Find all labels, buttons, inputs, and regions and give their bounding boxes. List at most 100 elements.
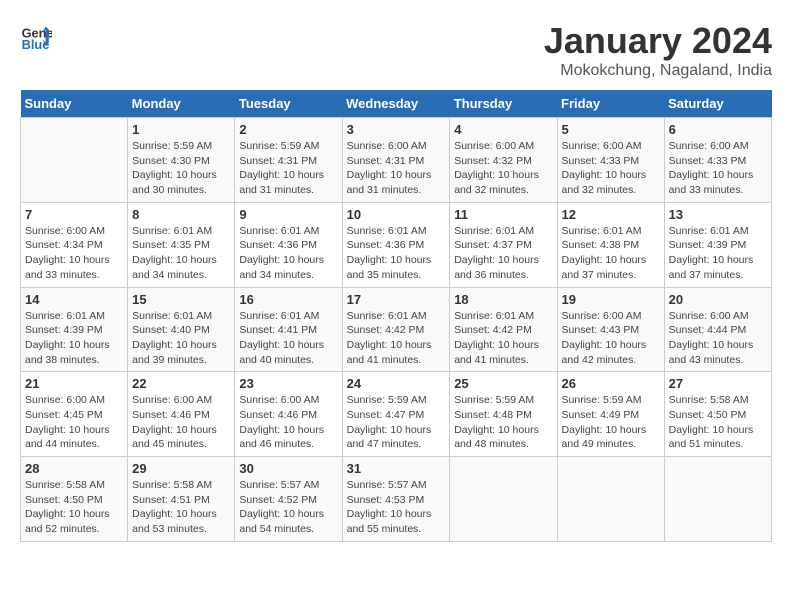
day-info: Sunrise: 5:57 AMSunset: 4:52 PMDaylight:… (239, 478, 337, 537)
calendar-cell: 14 Sunrise: 6:01 AMSunset: 4:39 PMDayligh… (21, 287, 128, 372)
day-info: Sunrise: 6:01 AMSunset: 4:36 PMDaylight:… (239, 224, 337, 283)
day-info: Sunrise: 6:01 AMSunset: 4:36 PMDaylight:… (347, 224, 446, 283)
day-number: 13 (669, 207, 767, 222)
calendar-cell: 7Sunrise: 6:00 AMSunset: 4:34 PMDaylight… (21, 202, 128, 287)
week-row-1: 1 Sunrise: 5:59 AMSunset: 4:30 PMDaylight… (21, 118, 772, 203)
day-info: Sunrise: 5:58 AMSunset: 4:50 PMDaylight:… (669, 393, 767, 452)
day-number: 17 (347, 292, 446, 307)
calendar-body: 1 Sunrise: 5:59 AMSunset: 4:30 PMDaylight… (21, 118, 772, 542)
day-number: 9 (239, 207, 337, 222)
day-number: 28 (25, 461, 123, 476)
day-number: 19 (562, 292, 660, 307)
day-info: Sunrise: 6:01 AMSunset: 4:42 PMDaylight:… (454, 309, 552, 368)
day-number: 5 (562, 122, 660, 137)
day-number: 10 (347, 207, 446, 222)
subtitle: Mokokchung, Nagaland, India (544, 62, 772, 80)
week-row-4: 21 Sunrise: 6:00 AMSunset: 4:45 PMDayligh… (21, 372, 772, 457)
day-info: Sunrise: 5:57 AMSunset: 4:53 PMDaylight:… (347, 478, 446, 537)
calendar-table: SundayMondayTuesdayWednesdayThursdayFrid… (20, 90, 772, 542)
day-info: Sunrise: 6:01 AMSunset: 4:39 PMDaylight:… (669, 224, 767, 283)
day-info: Sunrise: 6:01 AMSunset: 4:38 PMDaylight:… (562, 224, 660, 283)
logo-icon: General Blue (20, 20, 52, 52)
day-number: 22 (132, 376, 230, 391)
calendar-cell: 10 Sunrise: 6:01 AMSunset: 4:36 PMDayligh… (342, 202, 450, 287)
day-number: 23 (239, 376, 337, 391)
calendar-cell: 1 Sunrise: 5:59 AMSunset: 4:30 PMDaylight… (128, 118, 235, 203)
day-info: Sunrise: 5:58 AMSunset: 4:51 PMDaylight:… (132, 478, 230, 537)
day-number: 15 (132, 292, 230, 307)
calendar-cell: 9 Sunrise: 6:01 AMSunset: 4:36 PMDaylight… (235, 202, 342, 287)
calendar-cell: 2Sunrise: 5:59 AMSunset: 4:31 PMDaylight… (235, 118, 342, 203)
calendar-cell: 30 Sunrise: 5:57 AMSunset: 4:52 PMDayligh… (235, 457, 342, 542)
day-of-week-tuesday: Tuesday (235, 90, 342, 118)
day-number: 30 (239, 461, 337, 476)
day-info: Sunrise: 6:00 AMSunset: 4:45 PMDaylight:… (25, 393, 123, 452)
day-info: Sunrise: 6:00 AMSunset: 4:33 PMDaylight:… (669, 139, 767, 198)
calendar-cell: 29 Sunrise: 5:58 AMSunset: 4:51 PMDayligh… (128, 457, 235, 542)
day-number: 2 (239, 122, 337, 137)
calendar-cell: 6 Sunrise: 6:00 AMSunset: 4:33 PMDaylight… (664, 118, 771, 203)
week-row-5: 28 Sunrise: 5:58 AMSunset: 4:50 PMDayligh… (21, 457, 772, 542)
page-header: General Blue January 2024 Mokokchung, Na… (20, 20, 772, 80)
day-number: 3 (347, 122, 446, 137)
day-of-week-thursday: Thursday (450, 90, 557, 118)
day-info: Sunrise: 5:59 AMSunset: 4:30 PMDaylight:… (132, 139, 230, 198)
calendar-header: SundayMondayTuesdayWednesdayThursdayFrid… (21, 90, 772, 118)
day-info: Sunrise: 6:01 AMSunset: 4:35 PMDaylight:… (132, 224, 230, 283)
calendar-cell: 18 Sunrise: 6:01 AMSunset: 4:42 PMDayligh… (450, 287, 557, 372)
day-info: Sunrise: 6:01 AMSunset: 4:41 PMDaylight:… (239, 309, 337, 368)
day-info: Sunrise: 6:01 AMSunset: 4:37 PMDaylight:… (454, 224, 552, 283)
day-number: 26 (562, 376, 660, 391)
calendar-cell: 21 Sunrise: 6:00 AMSunset: 4:45 PMDayligh… (21, 372, 128, 457)
day-info: Sunrise: 6:01 AMSunset: 4:40 PMDaylight:… (132, 309, 230, 368)
day-number: 20 (669, 292, 767, 307)
calendar-cell: 20Sunrise: 6:00 AMSunset: 4:44 PMDayligh… (664, 287, 771, 372)
day-number: 1 (132, 122, 230, 137)
title-section: January 2024 Mokokchung, Nagaland, India (544, 20, 772, 80)
day-number: 31 (347, 461, 446, 476)
calendar-cell: 17 Sunrise: 6:01 AMSunset: 4:42 PMDayligh… (342, 287, 450, 372)
calendar-cell: 8 Sunrise: 6:01 AMSunset: 4:35 PMDaylight… (128, 202, 235, 287)
day-of-week-friday: Friday (557, 90, 664, 118)
calendar-cell: 27 Sunrise: 5:58 AMSunset: 4:50 PMDayligh… (664, 372, 771, 457)
day-of-week-saturday: Saturday (664, 90, 771, 118)
day-info: Sunrise: 6:00 AMSunset: 4:31 PMDaylight:… (347, 139, 446, 198)
calendar-cell: 11Sunrise: 6:01 AMSunset: 4:37 PMDayligh… (450, 202, 557, 287)
calendar-cell: 15 Sunrise: 6:01 AMSunset: 4:40 PMDayligh… (128, 287, 235, 372)
day-info: Sunrise: 6:00 AMSunset: 4:32 PMDaylight:… (454, 139, 552, 198)
calendar-cell (557, 457, 664, 542)
week-row-2: 7Sunrise: 6:00 AMSunset: 4:34 PMDaylight… (21, 202, 772, 287)
day-number: 14 (25, 292, 123, 307)
day-info: Sunrise: 6:00 AMSunset: 4:33 PMDaylight:… (562, 139, 660, 198)
calendar-cell: 24 Sunrise: 5:59 AMSunset: 4:47 PMDayligh… (342, 372, 450, 457)
logo: General Blue (20, 20, 52, 52)
day-number: 27 (669, 376, 767, 391)
day-info: Sunrise: 6:00 AMSunset: 4:46 PMDaylight:… (132, 393, 230, 452)
day-number: 29 (132, 461, 230, 476)
day-number: 4 (454, 122, 552, 137)
day-number: 12 (562, 207, 660, 222)
day-info: Sunrise: 5:59 AMSunset: 4:47 PMDaylight:… (347, 393, 446, 452)
calendar-cell (450, 457, 557, 542)
calendar-cell: 16Sunrise: 6:01 AMSunset: 4:41 PMDayligh… (235, 287, 342, 372)
day-number: 8 (132, 207, 230, 222)
day-number: 18 (454, 292, 552, 307)
week-row-3: 14 Sunrise: 6:01 AMSunset: 4:39 PMDayligh… (21, 287, 772, 372)
day-info: Sunrise: 5:58 AMSunset: 4:50 PMDaylight:… (25, 478, 123, 537)
calendar-cell: 22 Sunrise: 6:00 AMSunset: 4:46 PMDayligh… (128, 372, 235, 457)
calendar-cell: 31 Sunrise: 5:57 AMSunset: 4:53 PMDayligh… (342, 457, 450, 542)
day-info: Sunrise: 6:00 AMSunset: 4:43 PMDaylight:… (562, 309, 660, 368)
day-of-week-sunday: Sunday (21, 90, 128, 118)
calendar-cell: 25 Sunrise: 5:59 AMSunset: 4:48 PMDayligh… (450, 372, 557, 457)
day-info: Sunrise: 6:01 AMSunset: 4:39 PMDaylight:… (25, 309, 123, 368)
day-number: 6 (669, 122, 767, 137)
day-number: 21 (25, 376, 123, 391)
calendar-cell: 13 Sunrise: 6:01 AMSunset: 4:39 PMDayligh… (664, 202, 771, 287)
main-title: January 2024 (544, 20, 772, 62)
day-number: 24 (347, 376, 446, 391)
day-number: 25 (454, 376, 552, 391)
day-of-week-monday: Monday (128, 90, 235, 118)
day-info: Sunrise: 6:01 AMSunset: 4:42 PMDaylight:… (347, 309, 446, 368)
day-info: Sunrise: 5:59 AMSunset: 4:48 PMDaylight:… (454, 393, 552, 452)
calendar-cell: 3 Sunrise: 6:00 AMSunset: 4:31 PMDaylight… (342, 118, 450, 203)
